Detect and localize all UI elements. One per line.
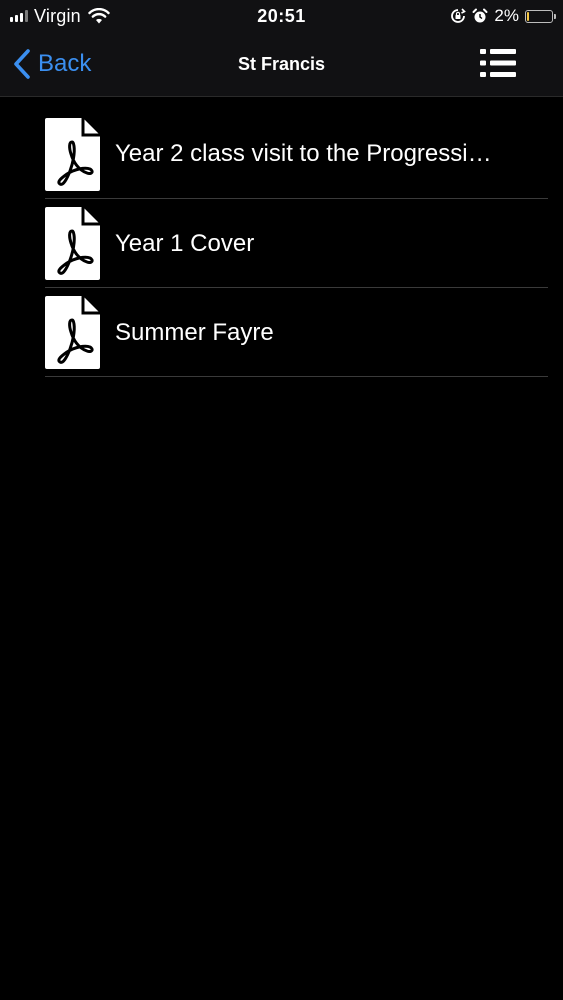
document-title: Summer Fayre bbox=[115, 318, 274, 346]
orientation-lock-icon bbox=[451, 8, 467, 23]
pdf-file-icon bbox=[45, 117, 100, 191]
alarm-icon bbox=[472, 8, 488, 23]
list-menu-icon[interactable] bbox=[479, 46, 517, 80]
navigation-bar: Back St Francis bbox=[0, 32, 563, 97]
document-list: Year 2 class visit to the Progressi… Yea… bbox=[45, 110, 548, 377]
battery-level bbox=[527, 11, 529, 21]
document-title: Year 1 Cover bbox=[115, 229, 255, 257]
document-item[interactable]: Summer Fayre bbox=[45, 289, 548, 377]
document-item[interactable]: Year 1 Cover bbox=[45, 200, 548, 288]
back-label: Back bbox=[38, 50, 92, 77]
battery-percent: 2% bbox=[494, 6, 519, 25]
pdf-file-icon bbox=[45, 207, 100, 280]
pdf-file-icon bbox=[45, 296, 100, 369]
document-item[interactable]: Year 2 class visit to the Progressi… bbox=[45, 110, 548, 199]
status-right: 2% bbox=[450, 4, 556, 28]
status-bar: Virgin 20:51 2% bbox=[0, 0, 563, 32]
battery-icon bbox=[525, 9, 556, 23]
document-title: Year 2 class visit to the Progressi… bbox=[115, 140, 492, 167]
chevron-left-icon bbox=[14, 49, 30, 79]
back-button[interactable]: Back bbox=[12, 44, 91, 84]
